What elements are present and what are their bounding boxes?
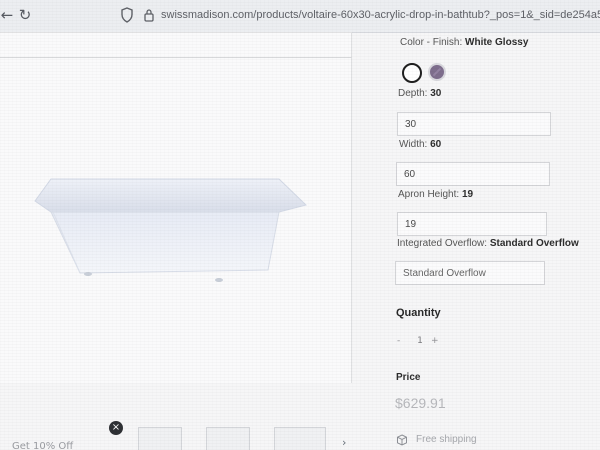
purple-color-swatch[interactable]	[428, 63, 446, 81]
width-field[interactable]: 60	[396, 162, 550, 186]
price-label: Price	[396, 372, 421, 383]
quantity-decrement-button[interactable]: -	[397, 333, 407, 349]
discount-note[interactable]: Get 10% Off	[12, 441, 73, 450]
quantity-increment-button[interactable]: +	[431, 333, 441, 349]
shield-icon[interactable]	[120, 7, 134, 23]
shipping-box-icon	[397, 434, 407, 446]
color-finish-label: Color - Finish: White Glossy	[400, 37, 529, 48]
width-label: Width: 60	[399, 139, 442, 150]
browser-toolbar: ← ↻ swissmadison.com/products/voltaire-6…	[0, 0, 600, 33]
free-shipping-label: Free shipping	[416, 434, 477, 445]
quantity-label: Quantity	[396, 307, 441, 319]
lock-icon[interactable]	[143, 8, 155, 22]
chevron-right-icon[interactable]: ›	[342, 436, 346, 449]
thumbnail-1[interactable]	[138, 427, 182, 450]
depth-label: Depth: 30	[398, 88, 442, 99]
thumbnail-3[interactable]	[274, 427, 326, 450]
integrated-overflow-label: Integrated Overflow: Standard Overflow	[397, 238, 579, 249]
reload-icon[interactable]: ↻	[16, 6, 34, 24]
apron-height-label: Apron Height: 19	[398, 189, 474, 200]
free-shipping-row: Free shipping	[396, 434, 506, 448]
gallery-divider	[0, 57, 352, 58]
depth-field[interactable]: 30	[397, 112, 551, 136]
price-value: $629.91	[395, 395, 446, 411]
quantity-stepper[interactable]: - 1 +	[397, 333, 443, 349]
address-bar-url[interactable]: swissmadison.com/products/voltaire-60x30…	[161, 9, 600, 21]
overflow-field[interactable]: Standard Overflow	[395, 261, 545, 285]
thumbnail-2[interactable]	[206, 427, 250, 450]
bathtub-image	[34, 178, 307, 282]
close-icon[interactable]: ×	[109, 421, 123, 435]
back-arrow-icon[interactable]: ←	[0, 6, 16, 24]
apron-height-field[interactable]: 19	[397, 212, 547, 236]
quantity-value: 1	[417, 336, 423, 346]
white-color-swatch[interactable]	[402, 63, 422, 83]
product-page-screen: ← ↻ swissmadison.com/products/voltaire-6…	[0, 0, 600, 450]
